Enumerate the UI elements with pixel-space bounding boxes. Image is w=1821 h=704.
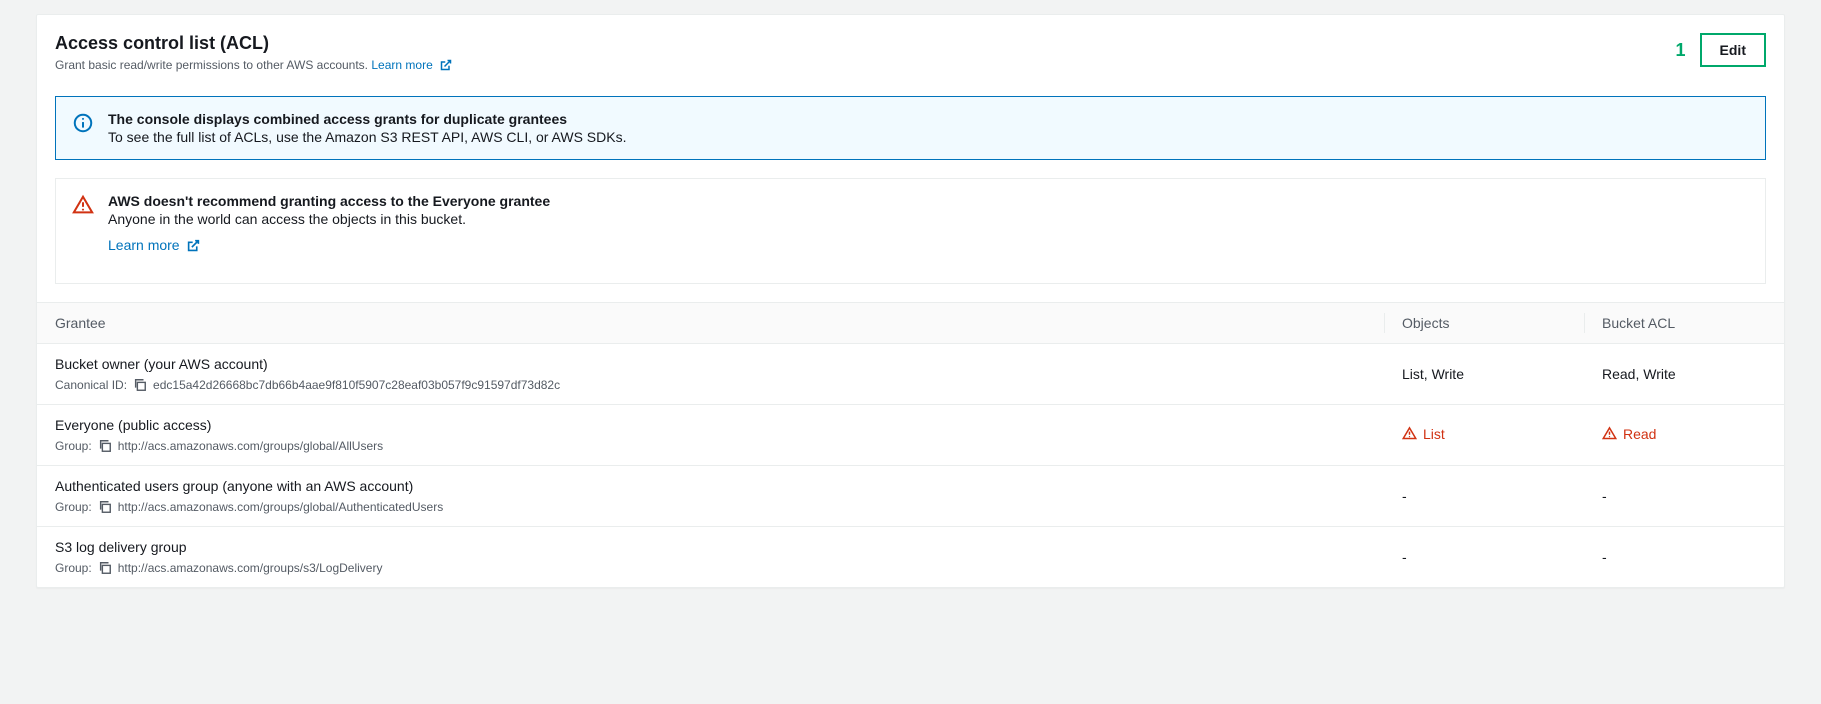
grantee-sub-value: http://acs.amazonaws.com/groups/global/A…: [118, 439, 383, 453]
warning-alert-title: AWS doesn't recommend granting access to…: [108, 193, 1749, 209]
warning-alert: AWS doesn't recommend granting access to…: [55, 178, 1766, 284]
grantee-cell: Bucket owner (your AWS account) Canonical…: [37, 344, 1384, 404]
grantee-sub-label: Canonical ID:: [55, 378, 127, 392]
copy-icon: [98, 500, 112, 514]
warning-learn-more-link[interactable]: Learn more: [108, 237, 200, 253]
acl-table-body: Bucket owner (your AWS account) Canonical…: [37, 344, 1784, 587]
grantee-name: Bucket owner (your AWS account): [55, 356, 1366, 372]
acl-table-header: Grantee Objects Bucket ACL: [37, 302, 1784, 344]
table-row: Bucket owner (your AWS account) Canonical…: [37, 344, 1784, 405]
grantee-cell: Everyone (public access) Group: http://ac…: [37, 405, 1384, 465]
panel-description: Grant basic read/write permissions to ot…: [55, 58, 452, 74]
grantee-sub: Group: http://acs.amazonaws.com/groups/g…: [55, 439, 1366, 453]
grantee-sub-label: Group:: [55, 439, 92, 453]
external-link-icon: [440, 59, 452, 74]
warning-icon: [72, 194, 94, 216]
grantee-sub-value: http://acs.amazonaws.com/groups/s3/LogDe…: [118, 561, 383, 575]
objects-value: List: [1402, 426, 1445, 442]
info-alert-title: The console displays combined access gra…: [108, 111, 1749, 127]
grantee-name: Authenticated users group (anyone with a…: [55, 478, 1366, 494]
table-row: Everyone (public access) Group: http://ac…: [37, 405, 1784, 466]
bucket-acl-cell: Read: [1584, 414, 1784, 457]
panel-header: Access control list (ACL) Grant basic re…: [37, 15, 1784, 84]
info-alert-content: The console displays combined access gra…: [108, 111, 1749, 145]
grantee-sub-label: Group:: [55, 561, 92, 575]
learn-more-link[interactable]: Learn more: [371, 58, 452, 72]
grantee-sub: Canonical ID: edc15a42d26668bc7db66b4aae…: [55, 378, 1366, 392]
copy-icon: [133, 378, 147, 392]
bucket-acl-cell: -: [1584, 537, 1784, 577]
acl-table: Grantee Objects Bucket ACL Bucket owner …: [37, 302, 1784, 587]
bucket-acl-cell: -: [1584, 476, 1784, 516]
edit-button[interactable]: Edit: [1700, 33, 1766, 67]
copy-button[interactable]: [133, 378, 147, 392]
warning-alert-learn: Learn more: [108, 237, 1749, 255]
col-header-objects: Objects: [1384, 303, 1584, 343]
grantee-sub-value: http://acs.amazonaws.com/groups/global/A…: [118, 500, 444, 514]
info-alert-body: To see the full list of ACLs, use the Am…: [108, 129, 1749, 145]
objects-cell: -: [1384, 537, 1584, 577]
grantee-name: S3 log delivery group: [55, 539, 1366, 555]
copy-button[interactable]: [98, 561, 112, 575]
col-header-bucket-acl: Bucket ACL: [1584, 303, 1784, 343]
learn-more-text: Learn more: [371, 58, 432, 72]
external-link-icon: [187, 239, 200, 255]
grantee-name: Everyone (public access): [55, 417, 1366, 433]
panel-description-text: Grant basic read/write permissions to ot…: [55, 58, 368, 72]
objects-cell: -: [1384, 476, 1584, 516]
warning-learn-more-text: Learn more: [108, 237, 180, 253]
panel-header-actions: 1 Edit: [1676, 33, 1766, 67]
objects-cell: List: [1384, 414, 1584, 457]
grantee-sub: Group: http://acs.amazonaws.com/groups/g…: [55, 500, 1366, 514]
table-row: S3 log delivery group Group: http://acs.a…: [37, 527, 1784, 587]
panel-body: The console displays combined access gra…: [37, 96, 1784, 587]
copy-button[interactable]: [98, 500, 112, 514]
warning-alert-body: Anyone in the world can access the objec…: [108, 211, 1749, 227]
info-alert: The console displays combined access gra…: [55, 96, 1766, 160]
step-number: 1: [1676, 40, 1686, 61]
col-header-grantee: Grantee: [37, 303, 1384, 343]
grantee-sub-label: Group:: [55, 500, 92, 514]
grantee-cell: S3 log delivery group Group: http://acs.a…: [37, 527, 1384, 587]
table-row: Authenticated users group (anyone with a…: [37, 466, 1784, 527]
grantee-sub: Group: http://acs.amazonaws.com/groups/s…: [55, 561, 1366, 575]
acl-panel: Access control list (ACL) Grant basic re…: [36, 14, 1785, 588]
grantee-cell: Authenticated users group (anyone with a…: [37, 466, 1384, 526]
warning-icon: [1402, 426, 1417, 441]
copy-icon: [98, 561, 112, 575]
bucket-acl-cell: Read, Write: [1584, 354, 1784, 394]
warning-alert-content: AWS doesn't recommend granting access to…: [108, 193, 1749, 269]
bucket-acl-value: Read: [1602, 426, 1656, 442]
warning-icon: [1602, 426, 1617, 441]
info-icon: [72, 112, 94, 134]
panel-header-text: Access control list (ACL) Grant basic re…: [55, 33, 452, 74]
copy-icon: [98, 439, 112, 453]
objects-cell: List, Write: [1384, 354, 1584, 394]
panel-title: Access control list (ACL): [55, 33, 452, 54]
grantee-sub-value: edc15a42d26668bc7db66b4aae9f810f5907c28e…: [153, 378, 560, 392]
copy-button[interactable]: [98, 439, 112, 453]
